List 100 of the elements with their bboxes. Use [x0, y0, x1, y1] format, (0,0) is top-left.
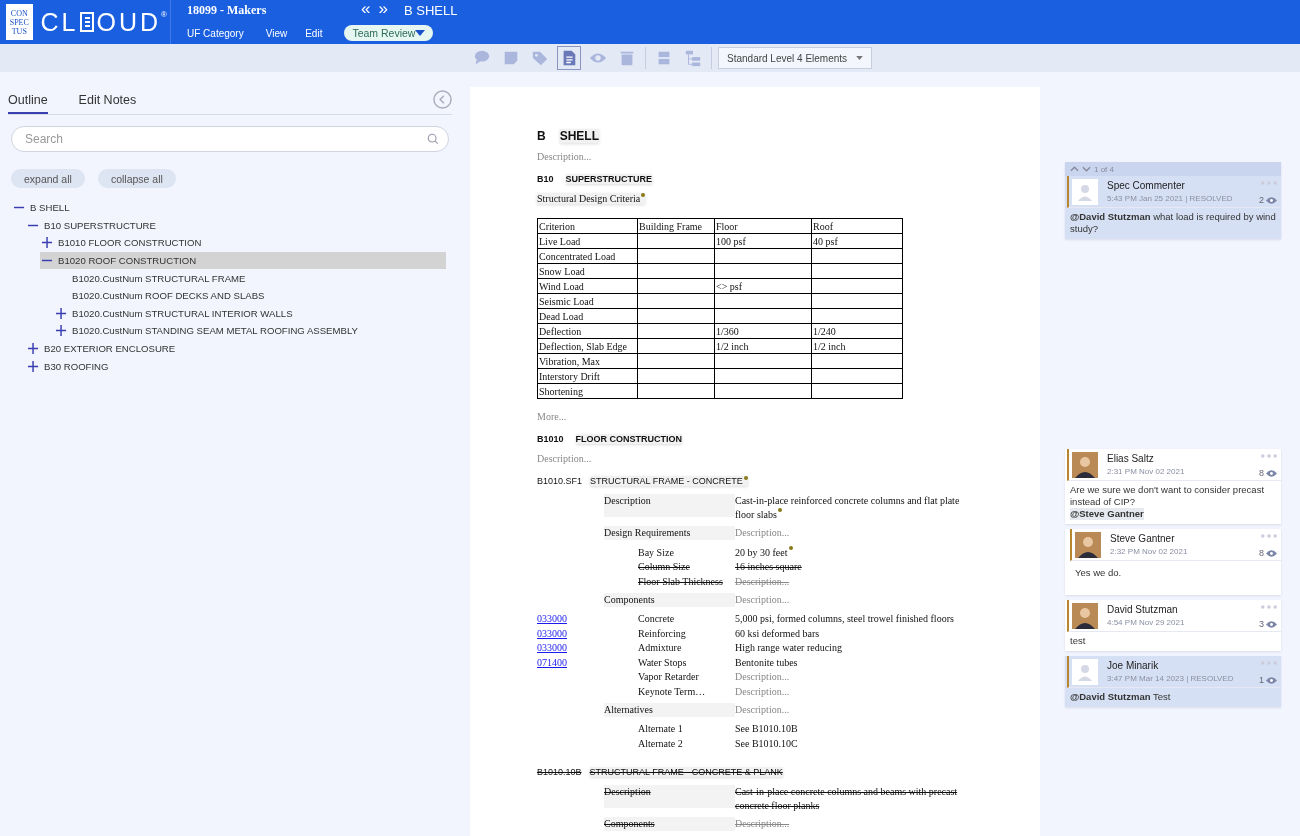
table-cell: Snow Load: [537, 263, 638, 279]
placeholder-text[interactable]: Description...: [537, 453, 592, 464]
property-value[interactable]: Description...: [735, 684, 967, 699]
placeholder-text[interactable]: Description...: [537, 151, 592, 162]
property-label: Bay Size: [638, 545, 675, 560]
spec-link[interactable]: 033000: [537, 613, 567, 624]
tree-button[interactable]: collapse all: [97, 169, 176, 188]
spec-link[interactable]: 033000: [537, 627, 567, 639]
property-value[interactable]: 5,000 psi, formed columns, steel trowel finished floors: [735, 612, 967, 626]
mention-tag[interactable]: @Steve Gantner: [1070, 508, 1144, 520]
property-value[interactable]: 16 inches square: [735, 560, 967, 574]
plus-icon[interactable]: [42, 237, 53, 249]
property-value[interactable]: Description...: [735, 574, 967, 589]
tree-item[interactable]: B20 EXTERIOR ENCLOSURE: [26, 339, 180, 358]
tree-item[interactable]: B SHELL: [12, 199, 74, 217]
tree-button[interactable]: expand all: [11, 169, 85, 188]
comment-time: 3:47 PM Mar 14 2023 | RESOLVED: [1107, 674, 1235, 683]
more-icon[interactable]: [1261, 454, 1277, 458]
property-value[interactable]: Cast-in-place concrete columns and beams with precast concrete floor planks: [735, 784, 967, 813]
nav-arrow[interactable]: »: [378, 1, 388, 17]
table-cell: 1/360: [714, 323, 812, 339]
menu-item[interactable]: Edit: [305, 27, 323, 39]
property-value[interactable]: 60 ksi deformed bars: [735, 626, 967, 641]
tree-item[interactable]: B1020.CustNum STRUCTURAL FRAME: [54, 269, 250, 287]
view-count: 8: [1259, 548, 1264, 558]
property-label: Components: [604, 592, 735, 607]
section-title: SHELL: [559, 129, 599, 143]
section-title: FLOOR CONSTRUCTION: [575, 434, 683, 444]
tree-item[interactable]: B1010 FLOOR CONSTRUCTION: [40, 234, 206, 252]
panel-tab[interactable]: Outline: [8, 92, 48, 114]
logo-badge: CON SPEC TUS: [6, 4, 33, 40]
previous-icon[interactable]: [1070, 166, 1079, 172]
panel-tab[interactable]: Edit Notes: [78, 92, 137, 114]
eye-icon: [1266, 676, 1277, 684]
menu-item[interactable]: UF Category: [187, 27, 244, 39]
tree-item[interactable]: B1020.CustNum STANDING SEAM METAL ROOFING ASSEMBLY: [54, 322, 362, 340]
level-dropdown[interactable]: Standard Level 4 Elements: [718, 47, 872, 69]
table-cell: Wind Load: [537, 278, 638, 294]
column-header: Floor: [714, 218, 812, 234]
property-value[interactable]: See B1010.10C: [735, 736, 967, 751]
plus-icon[interactable]: [28, 343, 39, 355]
table-cell: Seismic Load: [537, 293, 638, 309]
eye-icon: [1266, 469, 1277, 477]
plus-icon[interactable]: [56, 307, 67, 319]
tree-item[interactable]: B30 ROOFING: [26, 357, 113, 375]
avatar: [1072, 179, 1098, 205]
eye-icon: [1266, 196, 1277, 204]
table-cell: <> psf: [714, 278, 812, 294]
section-title: SUPERSTRUCTURE: [565, 174, 653, 184]
tree-item[interactable]: B1020 ROOF CONSTRUCTION: [40, 251, 446, 270]
spec-link[interactable]: 071400: [537, 656, 567, 668]
table-cell: Vibration, Max: [537, 353, 638, 369]
spec-link[interactable]: 033000: [537, 642, 567, 653]
caret-icon: [856, 56, 863, 60]
section-title: STRUCTURAL FRAME - CONCRETE: [590, 476, 748, 486]
property-value[interactable]: Description...: [735, 670, 967, 684]
comment-text: @David Stutzman Test: [1070, 691, 1171, 703]
mode-dropdown[interactable]: Team Review: [344, 25, 434, 41]
property-value[interactable]: Description...: [735, 526, 967, 545]
property-value[interactable]: See B1010.10B: [735, 722, 967, 736]
nav-arrow[interactable]: «: [361, 1, 371, 17]
comment-text: test: [1070, 635, 1086, 647]
comment-time: 2:31 PM Nov 02 2021: [1107, 467, 1186, 476]
next-icon[interactable]: [1082, 166, 1091, 172]
section-code: B: [537, 129, 546, 143]
comment-text: Yes we do.: [1075, 567, 1122, 579]
plus-icon[interactable]: [28, 360, 39, 372]
property-value[interactable]: Description...: [735, 816, 967, 836]
author-name: Elias Saltz: [1107, 453, 1155, 464]
property-value[interactable]: Bentonite tubes: [735, 655, 967, 670]
table-cell: 40 psf: [811, 233, 903, 249]
more-icon[interactable]: [1261, 605, 1277, 609]
tree-item[interactable]: B10 SUPERSTRUCTURE: [26, 216, 160, 235]
logo-letter-icon: [79, 12, 94, 32]
property-label: Description: [604, 784, 735, 808]
property-value[interactable]: 20 by 30 feet: [735, 545, 967, 560]
property-label: Alternate 2: [638, 736, 684, 751]
more-icon[interactable]: [1261, 534, 1277, 538]
placeholder-text[interactable]: More...: [537, 411, 567, 422]
table-cell: 1/240: [811, 323, 903, 339]
table-cell: 1/2 inch: [811, 338, 903, 354]
avatar: [1075, 532, 1101, 558]
comment-time: 5:43 PM Jan 25 2021 | RESOLVED: [1107, 194, 1234, 203]
tree-item[interactable]: B1020.CustNum STRUCTURAL INTERIOR WALLS: [54, 304, 297, 323]
property-value[interactable]: High range water reducing: [735, 641, 967, 655]
eye-icon: [1266, 549, 1277, 557]
property-value[interactable]: Description...: [735, 702, 967, 722]
document-icon[interactable]: [557, 46, 581, 70]
property-label: Reinforcing: [638, 626, 687, 641]
property-label: Water Stops: [638, 655, 688, 670]
section-code: B10: [537, 174, 554, 184]
property-value[interactable]: Description...: [735, 592, 967, 612]
plus-icon[interactable]: [56, 325, 67, 337]
tree-item[interactable]: B1020.CustNum ROOF DECKS AND SLABS: [54, 286, 269, 305]
menu-item[interactable]: View: [265, 27, 288, 39]
property-label: Alternatives: [604, 702, 735, 717]
property-label: Vapor Retarder: [638, 670, 700, 684]
collapse-icon[interactable]: [433, 90, 452, 109]
search-field[interactable]: Search: [11, 126, 449, 152]
property-value[interactable]: Cast-in-place reinforced concrete columns and flat plate floor slabs: [735, 494, 967, 522]
